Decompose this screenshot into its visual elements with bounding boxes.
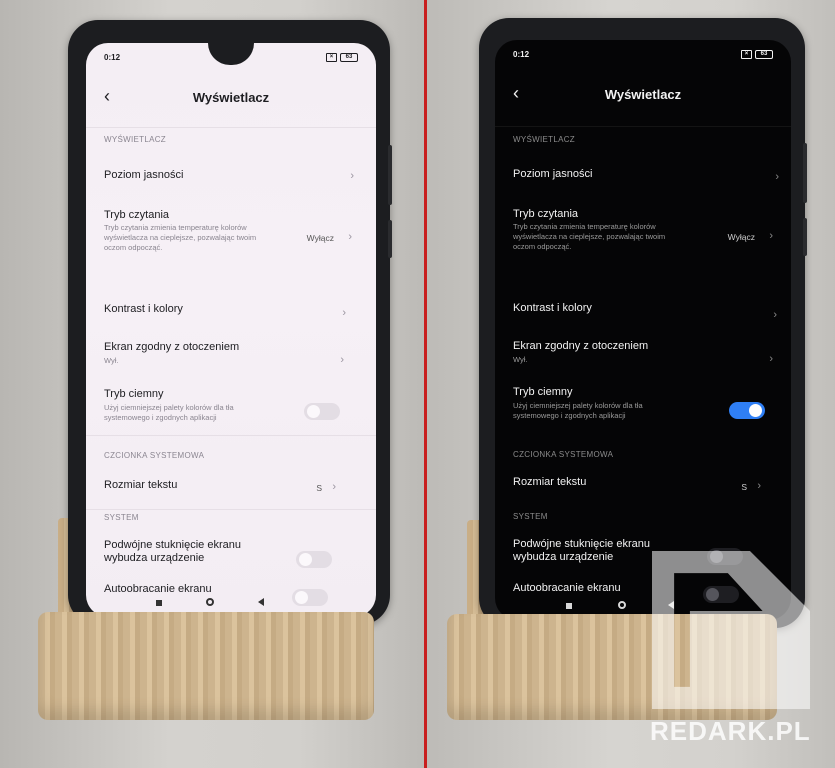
left-photo: 0:12 × 63 ‹ Wyświetlacz WYŚWIETLACZ Pozi…	[0, 0, 425, 768]
status-time: 0:12	[513, 50, 530, 59]
row-label: Ekran zgodny z otoczeniem	[513, 340, 649, 352]
row-value: S	[316, 483, 322, 493]
dark-mode-toggle[interactable]	[729, 402, 765, 419]
row-label: Ekran zgodny z otoczeniem	[104, 341, 240, 353]
row-label: Poziom jasności	[104, 169, 184, 181]
section-system: SYSTEM	[513, 512, 548, 521]
toggle-knob	[307, 405, 320, 418]
power-button	[803, 218, 807, 256]
chevron-right-icon: ›	[350, 170, 354, 182]
row-description: Tryb czytania zmienia temperaturę koloró…	[513, 222, 666, 251]
row-label: Rozmiar tekstu	[104, 479, 178, 491]
phone-light: 0:12 × 63 ‹ Wyświetlacz WYŚWIETLACZ Pozi…	[68, 20, 392, 625]
chevron-right-icon: ›	[775, 171, 779, 183]
row-description: Tryb czytania zmienia temperaturę koloró…	[104, 223, 257, 252]
header: ‹ Wyświetlacz	[86, 85, 376, 111]
row-label: Tryb ciemny	[513, 386, 573, 398]
row-text-size[interactable]: Rozmiar tekstu S ›	[495, 468, 791, 506]
double-tap-toggle[interactable]	[296, 551, 332, 568]
row-description: Użyj ciemniejszej palety kolorów dla tła…	[513, 401, 643, 420]
home-icon[interactable]	[206, 598, 214, 606]
sim-icon: ×	[326, 53, 337, 62]
toggle-knob	[299, 553, 312, 566]
toggle-knob	[749, 404, 762, 417]
divider	[86, 127, 376, 128]
row-label: Tryb ciemny	[104, 388, 164, 400]
row-description: Użyj ciemniejszej palety kolorów dla tła…	[104, 403, 234, 422]
row-label: Poziom jasności	[513, 168, 593, 180]
chevron-right-icon: ›	[757, 480, 761, 492]
volume-button	[803, 143, 807, 203]
section-font: CZCIONKA SYSTEMOWA	[513, 450, 614, 459]
row-reading-mode[interactable]: Tryb czytania Tryb czytania zmienia temp…	[495, 200, 791, 270]
watermark-logo	[652, 551, 810, 709]
row-contrast[interactable]: Kontrast i kolory ›	[495, 290, 791, 326]
row-value: Wył.	[513, 355, 528, 364]
status-bar: 0:12 × 63	[513, 50, 773, 62]
volume-button	[388, 145, 392, 205]
status-time: 0:12	[104, 53, 121, 62]
row-reading-mode[interactable]: Tryb czytania Tryb czytania zmienia temp…	[86, 201, 376, 271]
row-value: Wyłącz	[306, 233, 334, 243]
phone-dark: 0:12 × 63 ‹ Wyświetlacz WYŚWIETLACZ Pozi…	[479, 18, 807, 628]
divider	[495, 126, 791, 127]
screen-light: 0:12 × 63 ‹ Wyświetlacz WYŚWIETLACZ Pozi…	[86, 43, 376, 617]
home-icon[interactable]	[618, 601, 626, 609]
recents-icon[interactable]	[566, 603, 572, 609]
row-label: Tryb czytania	[104, 209, 170, 221]
row-value: Wył.	[104, 356, 119, 365]
sim-icon: ×	[741, 50, 752, 59]
row-brightness[interactable]: Poziom jasności ›	[86, 155, 376, 195]
page-title: Wyświetlacz	[604, 87, 682, 102]
row-label: Kontrast i kolory	[104, 303, 183, 315]
row-label: Autoobracanie ekranu	[513, 582, 621, 594]
battery-icon: 63	[755, 50, 773, 59]
row-double-tap: Podwójne stuknięcie ekranu wybudza urząd…	[86, 535, 376, 575]
chevron-right-icon: ›	[348, 231, 352, 243]
chevron-right-icon: ›	[773, 309, 777, 321]
row-brightness[interactable]: Poziom jasności ›	[495, 154, 791, 194]
row-value: S	[741, 482, 747, 492]
back-nav-icon[interactable]	[258, 598, 264, 606]
row-text-size[interactable]: Rozmiar tekstu S ›	[86, 469, 376, 507]
power-button	[388, 220, 392, 258]
row-value: Wyłącz	[727, 232, 755, 242]
row-label: Autoobracanie ekranu	[104, 583, 212, 595]
dark-mode-toggle[interactable]	[304, 403, 340, 420]
recents-icon[interactable]	[156, 600, 162, 606]
status-bar: 0:12 × 63	[104, 53, 358, 65]
chevron-right-icon: ›	[340, 354, 344, 366]
chevron-right-icon: ›	[769, 353, 773, 365]
row-label: Podwójne stuknięcie ekranu wybudza urząd…	[104, 539, 241, 564]
row-label: Kontrast i kolory	[513, 302, 592, 314]
chevron-right-icon: ›	[332, 481, 336, 493]
row-contrast[interactable]: Kontrast i kolory ›	[86, 293, 376, 329]
watermark-text: REDARK.PL	[650, 716, 811, 746]
chevron-right-icon: ›	[342, 307, 346, 319]
wooden-stand-front	[38, 612, 374, 720]
screen-dark: 0:12 × 63 ‹ Wyświetlacz WYŚWIETLACZ Pozi…	[495, 40, 791, 620]
section-display: WYŚWIETLACZ	[513, 135, 575, 144]
row-ambient[interactable]: Ekran zgodny z otoczeniem Wył. ›	[86, 335, 376, 379]
section-font: CZCIONKA SYSTEMOWA	[104, 451, 205, 460]
row-dark-mode: Tryb ciemny Użyj ciemniejszej palety kol…	[86, 383, 376, 433]
row-label: Podwójne stuknięcie ekranu wybudza urząd…	[513, 538, 650, 563]
divider	[86, 435, 376, 436]
battery-icon: 63	[340, 53, 358, 62]
divider	[86, 509, 376, 510]
section-display: WYŚWIETLACZ	[104, 135, 166, 144]
row-ambient[interactable]: Ekran zgodny z otoczeniem Wył. ›	[495, 332, 791, 376]
header: ‹ Wyświetlacz	[495, 82, 791, 108]
section-system: SYSTEM	[104, 513, 139, 522]
row-label: Rozmiar tekstu	[513, 476, 587, 488]
chevron-right-icon: ›	[769, 230, 773, 242]
nav-bar	[86, 595, 376, 611]
row-dark-mode: Tryb ciemny Użyj ciemniejszej palety kol…	[495, 380, 791, 430]
row-label: Tryb czytania	[513, 208, 579, 220]
page-title: Wyświetlacz	[192, 90, 270, 105]
